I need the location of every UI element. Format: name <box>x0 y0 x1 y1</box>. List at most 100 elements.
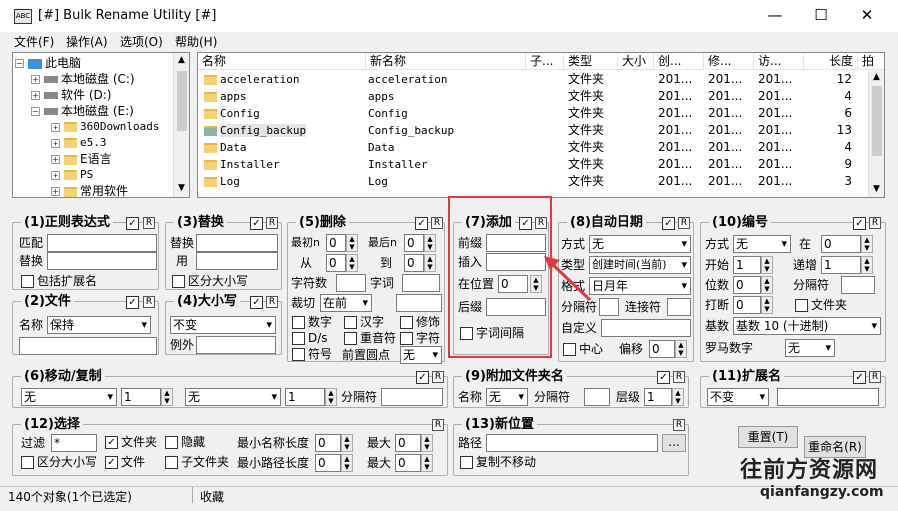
tree-item[interactable]: + 常用软件 <box>51 183 128 197</box>
reset-r-button[interactable]: R <box>266 296 278 308</box>
col-name[interactable]: 名称 <box>198 53 366 70</box>
reset-r-button[interactable]: R <box>432 371 444 383</box>
center-checkbox[interactable] <box>563 343 576 356</box>
browse-button[interactable]: ... <box>662 434 686 452</box>
tree-item[interactable]: + 本地磁盘 (C:) <box>31 71 135 87</box>
maxname-input[interactable]: 0 <box>395 434 421 452</box>
name-select[interactable]: 无 <box>486 388 528 406</box>
firstn-input[interactable]: 0 <box>326 234 346 252</box>
expand-icon[interactable]: + <box>51 187 60 196</box>
copy-checkbox[interactable] <box>460 456 473 469</box>
enable-checkbox[interactable]: ✓ <box>853 371 866 384</box>
roman-select[interactable]: 无 <box>785 339 835 357</box>
move-to-select[interactable]: 无 <box>185 388 281 406</box>
sep-input[interactable] <box>599 298 619 316</box>
col-modified[interactable]: 修... <box>704 53 754 70</box>
file-list[interactable]: 名称 新名称 子... 类型 大小 创... 修... 访... 长度 拍 ac… <box>197 52 885 198</box>
sep-input[interactable] <box>584 388 610 406</box>
incr-spinner[interactable]: ▲ ▼ <box>861 256 873 274</box>
dup-checkbox[interactable] <box>344 332 357 345</box>
enable-checkbox[interactable]: ✓ <box>250 217 263 230</box>
match-input[interactable] <box>47 234 157 252</box>
start-input[interactable]: 1 <box>733 256 761 274</box>
lastn-input[interactable]: 0 <box>404 234 424 252</box>
expand-icon[interactable]: + <box>51 138 60 148</box>
sep-input[interactable] <box>841 276 875 294</box>
scroll-up-icon[interactable]: ▲ <box>873 72 880 82</box>
scroll-thumb[interactable] <box>177 71 187 131</box>
enable-checkbox[interactable]: ✓ <box>853 217 866 230</box>
start-spinner[interactable]: ▲ ▼ <box>761 256 773 274</box>
minname-input[interactable]: 0 <box>315 434 341 452</box>
join-input[interactable] <box>667 298 691 316</box>
from-input[interactable]: 0 <box>326 254 346 272</box>
incr-input[interactable]: 1 <box>821 256 861 274</box>
scroll-down-icon[interactable]: ▼ <box>873 184 880 194</box>
minimize-button[interactable]: — <box>752 0 798 32</box>
tree-item[interactable]: + E语言 <box>51 151 112 167</box>
case-checkbox[interactable] <box>172 275 185 288</box>
name-select[interactable]: 保持 <box>47 316 151 334</box>
subfolders-checkbox[interactable] <box>165 456 178 469</box>
break-spinner[interactable]: ▲ ▼ <box>761 296 773 314</box>
move-select[interactable]: 无 <box>21 388 117 406</box>
tree-item[interactable]: − 本地磁盘 (E:) <box>31 103 134 119</box>
move-count-spinner[interactable]: ▲ ▼ <box>161 388 173 406</box>
minpath-input[interactable]: 0 <box>315 454 341 472</box>
tree-item[interactable]: + 软件 (D:) <box>31 87 111 103</box>
except-input[interactable] <box>196 336 276 354</box>
at-input[interactable]: 0 <box>821 235 861 253</box>
enable-checkbox[interactable]: ✓ <box>662 217 675 230</box>
move-to-count-spinner[interactable]: ▲ ▼ <box>325 388 337 406</box>
minpath-spinner[interactable]: ▲ ▼ <box>341 454 353 472</box>
tree-item[interactable]: − 此电脑 <box>15 55 81 71</box>
reset-r-button[interactable]: R <box>673 371 685 383</box>
offset-spinner[interactable]: ▲ ▼ <box>675 340 687 358</box>
folders-checkbox[interactable]: ✓ <box>105 436 118 449</box>
col-length[interactable]: 长度 <box>804 53 858 70</box>
expand-icon[interactable]: + <box>51 122 60 132</box>
expand-icon[interactable]: + <box>51 155 60 164</box>
collapse-icon[interactable]: − <box>31 107 40 116</box>
digits-checkbox[interactable] <box>292 316 305 329</box>
level-spinner[interactable]: ▲ ▼ <box>672 388 684 406</box>
fmt-select[interactable]: 日月年 <box>589 277 691 295</box>
reset-r-button[interactable]: R <box>432 419 444 431</box>
crop-input[interactable] <box>396 294 442 312</box>
list-scrollbar[interactable]: ▲ ▼ <box>868 70 884 197</box>
trim-checkbox[interactable] <box>400 316 413 329</box>
words-input[interactable] <box>402 274 440 292</box>
sep-input[interactable] <box>381 388 443 406</box>
move-to-count-input[interactable]: 1 <box>285 388 325 406</box>
base-select[interactable]: 基数 10 (十进制) <box>733 317 881 335</box>
folder-tree[interactable]: − 此电脑 + 本地磁盘 (C:) + 软件 (D:) − 本地磁盘 (E:) +360… <box>12 52 190 198</box>
enable-checkbox[interactable]: ✓ <box>126 217 139 230</box>
menu-help[interactable]: 帮助(H) <box>175 33 217 50</box>
to-input[interactable]: 0 <box>404 254 424 272</box>
maximize-button[interactable]: ☐ <box>798 0 844 32</box>
tree-item[interactable]: +360Downloads <box>51 119 159 135</box>
enable-checkbox[interactable]: ✓ <box>415 217 428 230</box>
from-spinner[interactable]: ▲ ▼ <box>346 254 358 272</box>
offset-input[interactable]: 0 <box>649 340 675 358</box>
minname-spinner[interactable]: ▲ ▼ <box>341 434 353 452</box>
replace-input[interactable] <box>47 252 157 270</box>
high-checkbox[interactable] <box>344 316 357 329</box>
filter-input[interactable]: * <box>51 434 97 452</box>
move-count-input[interactable]: 1 <box>121 388 161 406</box>
menu-action[interactable]: 操作(A) <box>66 33 108 50</box>
col-shot[interactable]: 拍 <box>858 53 884 70</box>
col-sub[interactable]: 子... <box>526 53 564 70</box>
maxname-spinner[interactable]: ▲ ▼ <box>421 434 433 452</box>
col-accessed[interactable]: 访... <box>754 53 804 70</box>
enable-checkbox[interactable]: ✓ <box>657 371 670 384</box>
maxpath-spinner[interactable]: ▲ ▼ <box>421 454 433 472</box>
collapse-icon[interactable]: − <box>15 59 24 68</box>
break-input[interactable]: 0 <box>733 296 761 314</box>
crop-select[interactable]: 在前 <box>320 294 372 312</box>
reset-r-button[interactable]: R <box>143 217 155 229</box>
reset-r-button[interactable]: R <box>869 217 881 229</box>
lead-select[interactable]: 无 <box>400 346 442 364</box>
reset-r-button[interactable]: R <box>143 296 155 308</box>
chars-input[interactable] <box>336 274 366 292</box>
